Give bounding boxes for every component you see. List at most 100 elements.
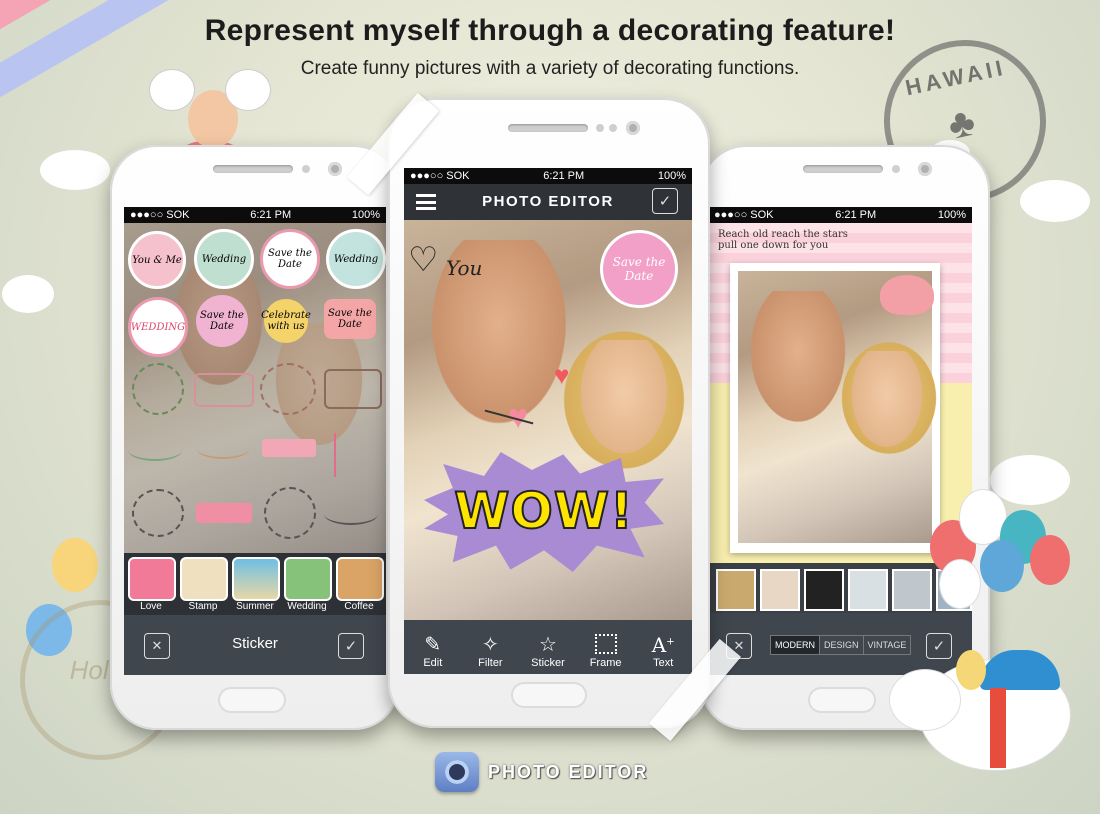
- frame-icon: [594, 634, 617, 654]
- note-line-2: pull one down for you: [718, 240, 829, 251]
- time-text: 6:21 PM: [835, 209, 877, 221]
- yellow-balloon-icon: [52, 538, 98, 592]
- editor-toolbar: ✎ Edit ✧ Filter ☆ Sticker Frame A+ Text: [404, 620, 692, 674]
- toolbar-label: Frame: [589, 657, 622, 669]
- ribbon-sticker[interactable]: [262, 439, 316, 457]
- frame-thumb[interactable]: [760, 569, 800, 611]
- confirm-button[interactable]: ✓: [338, 633, 364, 659]
- wreath-sticker[interactable]: [132, 363, 184, 415]
- wreath-sticker[interactable]: [132, 489, 184, 537]
- sticker-label: Wedding: [201, 253, 247, 265]
- time-text: 6:21 PM: [250, 209, 292, 221]
- i-love-you-sticker[interactable]: ♡ You: [408, 240, 488, 290]
- wedding-ribbon-sticker[interactable]: [196, 503, 252, 523]
- wreath-sticker[interactable]: [260, 363, 316, 415]
- toolbar-edit[interactable]: ✎ Edit: [407, 625, 459, 669]
- floral-sticker[interactable]: [334, 433, 372, 477]
- sticker-item[interactable]: Save the Date: [324, 299, 376, 339]
- sticker-label: Save the Date: [268, 248, 312, 270]
- category-label: Stamp: [188, 601, 218, 612]
- sticker-label: Wedding: [333, 253, 379, 265]
- balloon-cluster: [920, 490, 1070, 620]
- ribbon-sticker[interactable]: [194, 373, 254, 407]
- home-button[interactable]: [220, 689, 284, 711]
- star-icon: ☆: [539, 634, 557, 656]
- cloud-icon: [40, 150, 110, 190]
- sticker-item[interactable]: Save the Date: [260, 229, 320, 289]
- frame-thumb[interactable]: [848, 569, 888, 611]
- woman-figure: [569, 340, 679, 470]
- category-coffee[interactable]: Coffee: [336, 557, 384, 612]
- heart-icon: ♥: [554, 360, 570, 390]
- filter-wand-icon: ✧: [482, 634, 499, 656]
- home-button[interactable]: [513, 684, 585, 706]
- save-the-date-sticker[interactable]: Save the Date: [600, 230, 678, 308]
- love-text: You: [446, 256, 483, 280]
- center-screen: ●●●○○ SOK 6:21 PM 100% PHOTO EDITOR ✓ ♡ …: [404, 168, 692, 674]
- branch-sticker[interactable]: [196, 437, 250, 459]
- summer-category-icon: [232, 557, 280, 601]
- tab-modern[interactable]: MODERN: [771, 636, 819, 654]
- sticker-item[interactable]: Celebrate with us: [261, 299, 311, 343]
- app-title: PHOTO EDITOR: [482, 193, 614, 210]
- carrier-text: ●●●○○ SOK: [410, 170, 470, 182]
- front-camera: [918, 162, 932, 176]
- cloud-icon: [1020, 180, 1090, 222]
- heart-wreath-sticker[interactable]: [264, 487, 316, 539]
- elephant-icon: [880, 640, 1080, 800]
- main-photo: ♡ You Save the Date ♥ ♥ WOW!: [404, 220, 692, 620]
- sticker-label: WEDDING: [130, 321, 186, 333]
- branch-sticker[interactable]: [324, 503, 378, 525]
- category-wedding[interactable]: Wedding: [284, 557, 332, 612]
- toolbar-label: Edit: [423, 657, 443, 669]
- frame-thumb[interactable]: [804, 569, 844, 611]
- status-bar: ●●●○○ SOK 6:21 PM 100%: [124, 207, 386, 223]
- love-category-icon: [128, 557, 176, 601]
- app-logo-icon: [435, 752, 479, 792]
- toolbar-sticker[interactable]: ☆ Sticker: [522, 625, 574, 669]
- battery-text: 100%: [657, 170, 686, 182]
- speaker: [508, 124, 588, 132]
- carrier-text: ●●●○○ SOK: [130, 209, 190, 221]
- celebrate-sticker[interactable]: [324, 369, 382, 409]
- left-screen: ●●●○○ SOK 6:21 PM 100% You & Me Wedding …: [124, 207, 386, 675]
- text-icon: A+: [651, 633, 675, 657]
- sticker-item[interactable]: Wedding: [194, 229, 254, 289]
- category-stamp[interactable]: Stamp: [180, 557, 228, 612]
- front-camera: [328, 162, 342, 176]
- sensor: [302, 165, 310, 173]
- sticker-label: Celebrate with us: [261, 310, 311, 332]
- front-camera: [626, 121, 640, 135]
- stamp-category-icon: [180, 557, 228, 601]
- category-summer[interactable]: Summer: [232, 557, 280, 612]
- sticker-item[interactable]: You & Me: [128, 231, 186, 289]
- sticker-item[interactable]: Wedding: [326, 229, 386, 289]
- confirm-button[interactable]: ✓: [652, 188, 678, 214]
- frame-thumb[interactable]: [716, 569, 756, 611]
- time-text: 6:21 PM: [543, 170, 585, 182]
- toolbar-text[interactable]: A+ Text: [637, 625, 689, 669]
- cloud-icon: [2, 275, 54, 313]
- sticker-label: You & Me: [132, 254, 182, 266]
- wow-sticker[interactable]: WOW!: [424, 452, 664, 572]
- category-strip: Love Stamp Summer Wedding Coffee: [124, 553, 386, 615]
- toolbar-frame[interactable]: Frame: [580, 625, 632, 669]
- sticker-item[interactable]: Save the Date: [196, 295, 248, 347]
- branch-sticker[interactable]: [128, 439, 182, 461]
- sensor: [609, 124, 617, 132]
- tab-design[interactable]: DESIGN: [819, 636, 863, 654]
- bird-icon: [880, 275, 934, 315]
- toolbar-filter[interactable]: ✧ Filter: [464, 625, 516, 669]
- category-love[interactable]: Love: [128, 557, 176, 612]
- sticker-item[interactable]: WEDDING: [128, 297, 188, 357]
- battery-text: 100%: [937, 209, 966, 221]
- sticker-bottom-bar: ✕ Sticker ✓: [124, 615, 386, 675]
- toolbar-label: Filter: [478, 657, 503, 669]
- home-button[interactable]: [810, 689, 874, 711]
- sticker-label: Save the Date: [200, 310, 244, 332]
- note-text: Reach old reach the stars pull one down …: [718, 229, 848, 251]
- toolbar-label: Text: [653, 657, 674, 669]
- coffee-category-icon: [336, 557, 384, 601]
- left-phone: ●●●○○ SOK 6:21 PM 100% You & Me Wedding …: [110, 145, 400, 730]
- category-label: Wedding: [287, 601, 327, 612]
